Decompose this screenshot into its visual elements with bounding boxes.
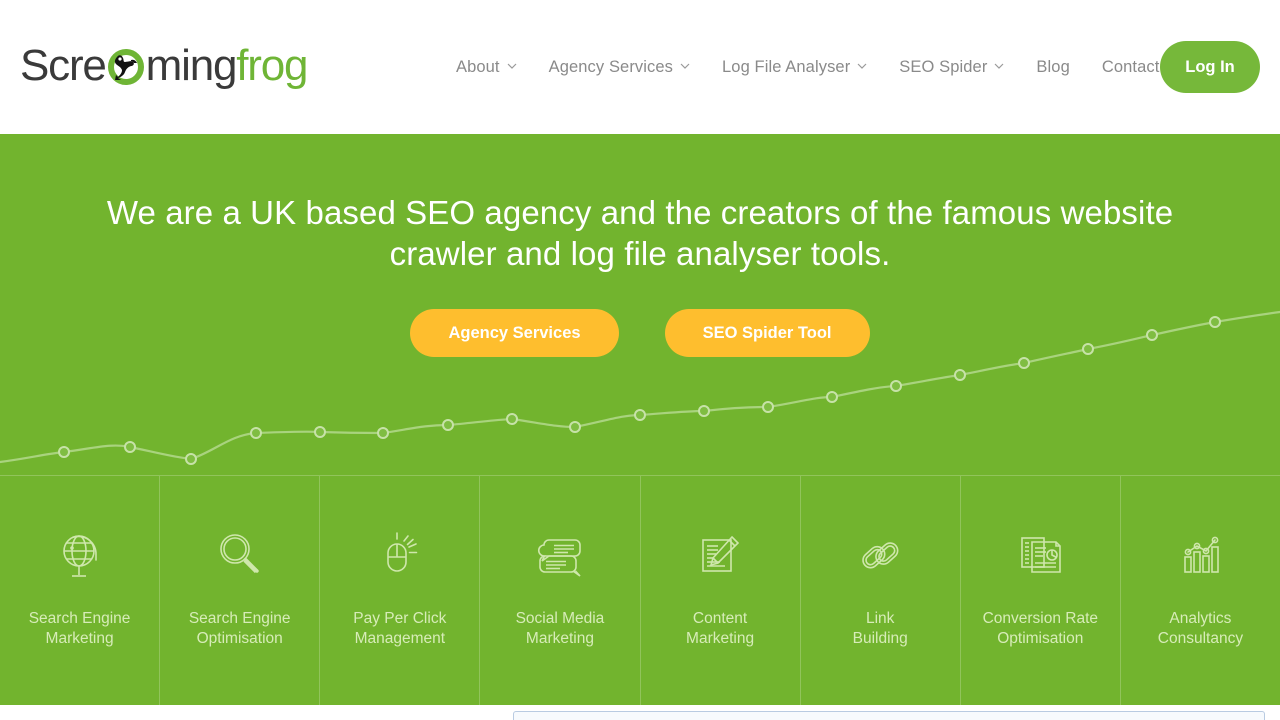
frog-logo-icon [106,45,146,87]
logo-text-part1: Scre [20,41,107,90]
logo-text-part3: frog [236,41,308,90]
service-item-content-marketing[interactable]: Content Marketing [641,476,801,705]
content-panel-top-edge [513,711,1265,720]
service-item-label: Search Engine Optimisation [188,610,291,647]
mouse-click-icon [369,524,431,586]
nav-item-agency-services[interactable]: Agency Services [533,58,706,77]
agency-services-button[interactable]: Agency Services [410,309,619,357]
service-item-label: Content Marketing [686,610,755,647]
nav-item-label: Agency Services [548,57,674,76]
documents-chart-icon [1009,524,1071,586]
service-item-label: Pay Per Click Management [353,610,447,647]
site-header: Scre ming frog About Agency Services Log… [0,0,1280,134]
nav-item-seo-spider[interactable]: SEO Spider [883,58,1020,77]
main-navigation: About Agency Services Log File Analyser … [440,0,1175,134]
nav-item-label: Blog [1036,57,1070,76]
chevron-down-icon [680,61,690,71]
logo-text-part2: ming [145,41,238,90]
service-item-label: Social Media Marketing [515,610,605,647]
nav-item-log-file-analyser[interactable]: Log File Analyser [706,58,883,77]
nav-item-label: Log File Analyser [722,57,851,76]
pencil-document-icon [689,524,751,586]
service-item-label: Analytics Consultancy [1157,610,1244,647]
globe-icon [49,524,111,586]
service-item-label: Conversion Rate Optimisation [982,610,1099,647]
nav-item-about[interactable]: About [440,58,533,77]
chain-links-icon [849,524,911,586]
service-item-social-media-marketing[interactable]: Social Media Marketing [480,476,641,705]
bar-chart-trend-icon [1169,524,1231,586]
hero-headline: We are a UK based SEO agency and the cre… [106,194,1174,272]
page-root: Scre ming frog About Agency Services Log… [0,0,1280,720]
chevron-down-icon [857,61,867,71]
nav-item-label: Contact [1101,57,1160,76]
chevron-down-icon [507,61,517,71]
chevron-down-icon [994,61,1004,71]
service-item-pay-per-click-management[interactable]: Pay Per Click Management [320,476,481,705]
hero-cta-group: Agency Services SEO Spider Tool [0,309,1280,357]
service-item-analytics-consultancy[interactable]: Analytics Consultancy [1121,476,1280,705]
services-band: Search Engine Marketing Search Engine Op… [0,475,1280,705]
service-item-link-building[interactable]: Link Building [801,476,961,705]
nav-item-blog[interactable]: Blog [1020,58,1085,77]
service-item-conversion-rate-optimisation[interactable]: Conversion Rate Optimisation [961,476,1121,705]
login-button[interactable]: Log In [1160,41,1260,93]
service-item-label: Link Building [852,610,908,647]
nav-item-label: About [456,57,500,76]
seo-spider-tool-button[interactable]: SEO Spider Tool [664,309,870,357]
hero-content: We are a UK based SEO agency and the cre… [0,134,1280,357]
hero-section: We are a UK based SEO agency and the cre… [0,134,1280,475]
speech-bubbles-icon [529,524,591,586]
service-item-search-engine-marketing[interactable]: Search Engine Marketing [0,476,161,705]
site-logo[interactable]: Scre ming frog [20,40,308,92]
service-item-search-engine-optimisation[interactable]: Search Engine Optimisation [160,476,321,705]
nav-item-label: SEO Spider [899,57,988,76]
logo-wordmark: Scre ming frog [20,41,308,90]
service-item-label: Search Engine Marketing [28,610,131,647]
magnifier-icon [209,524,271,586]
